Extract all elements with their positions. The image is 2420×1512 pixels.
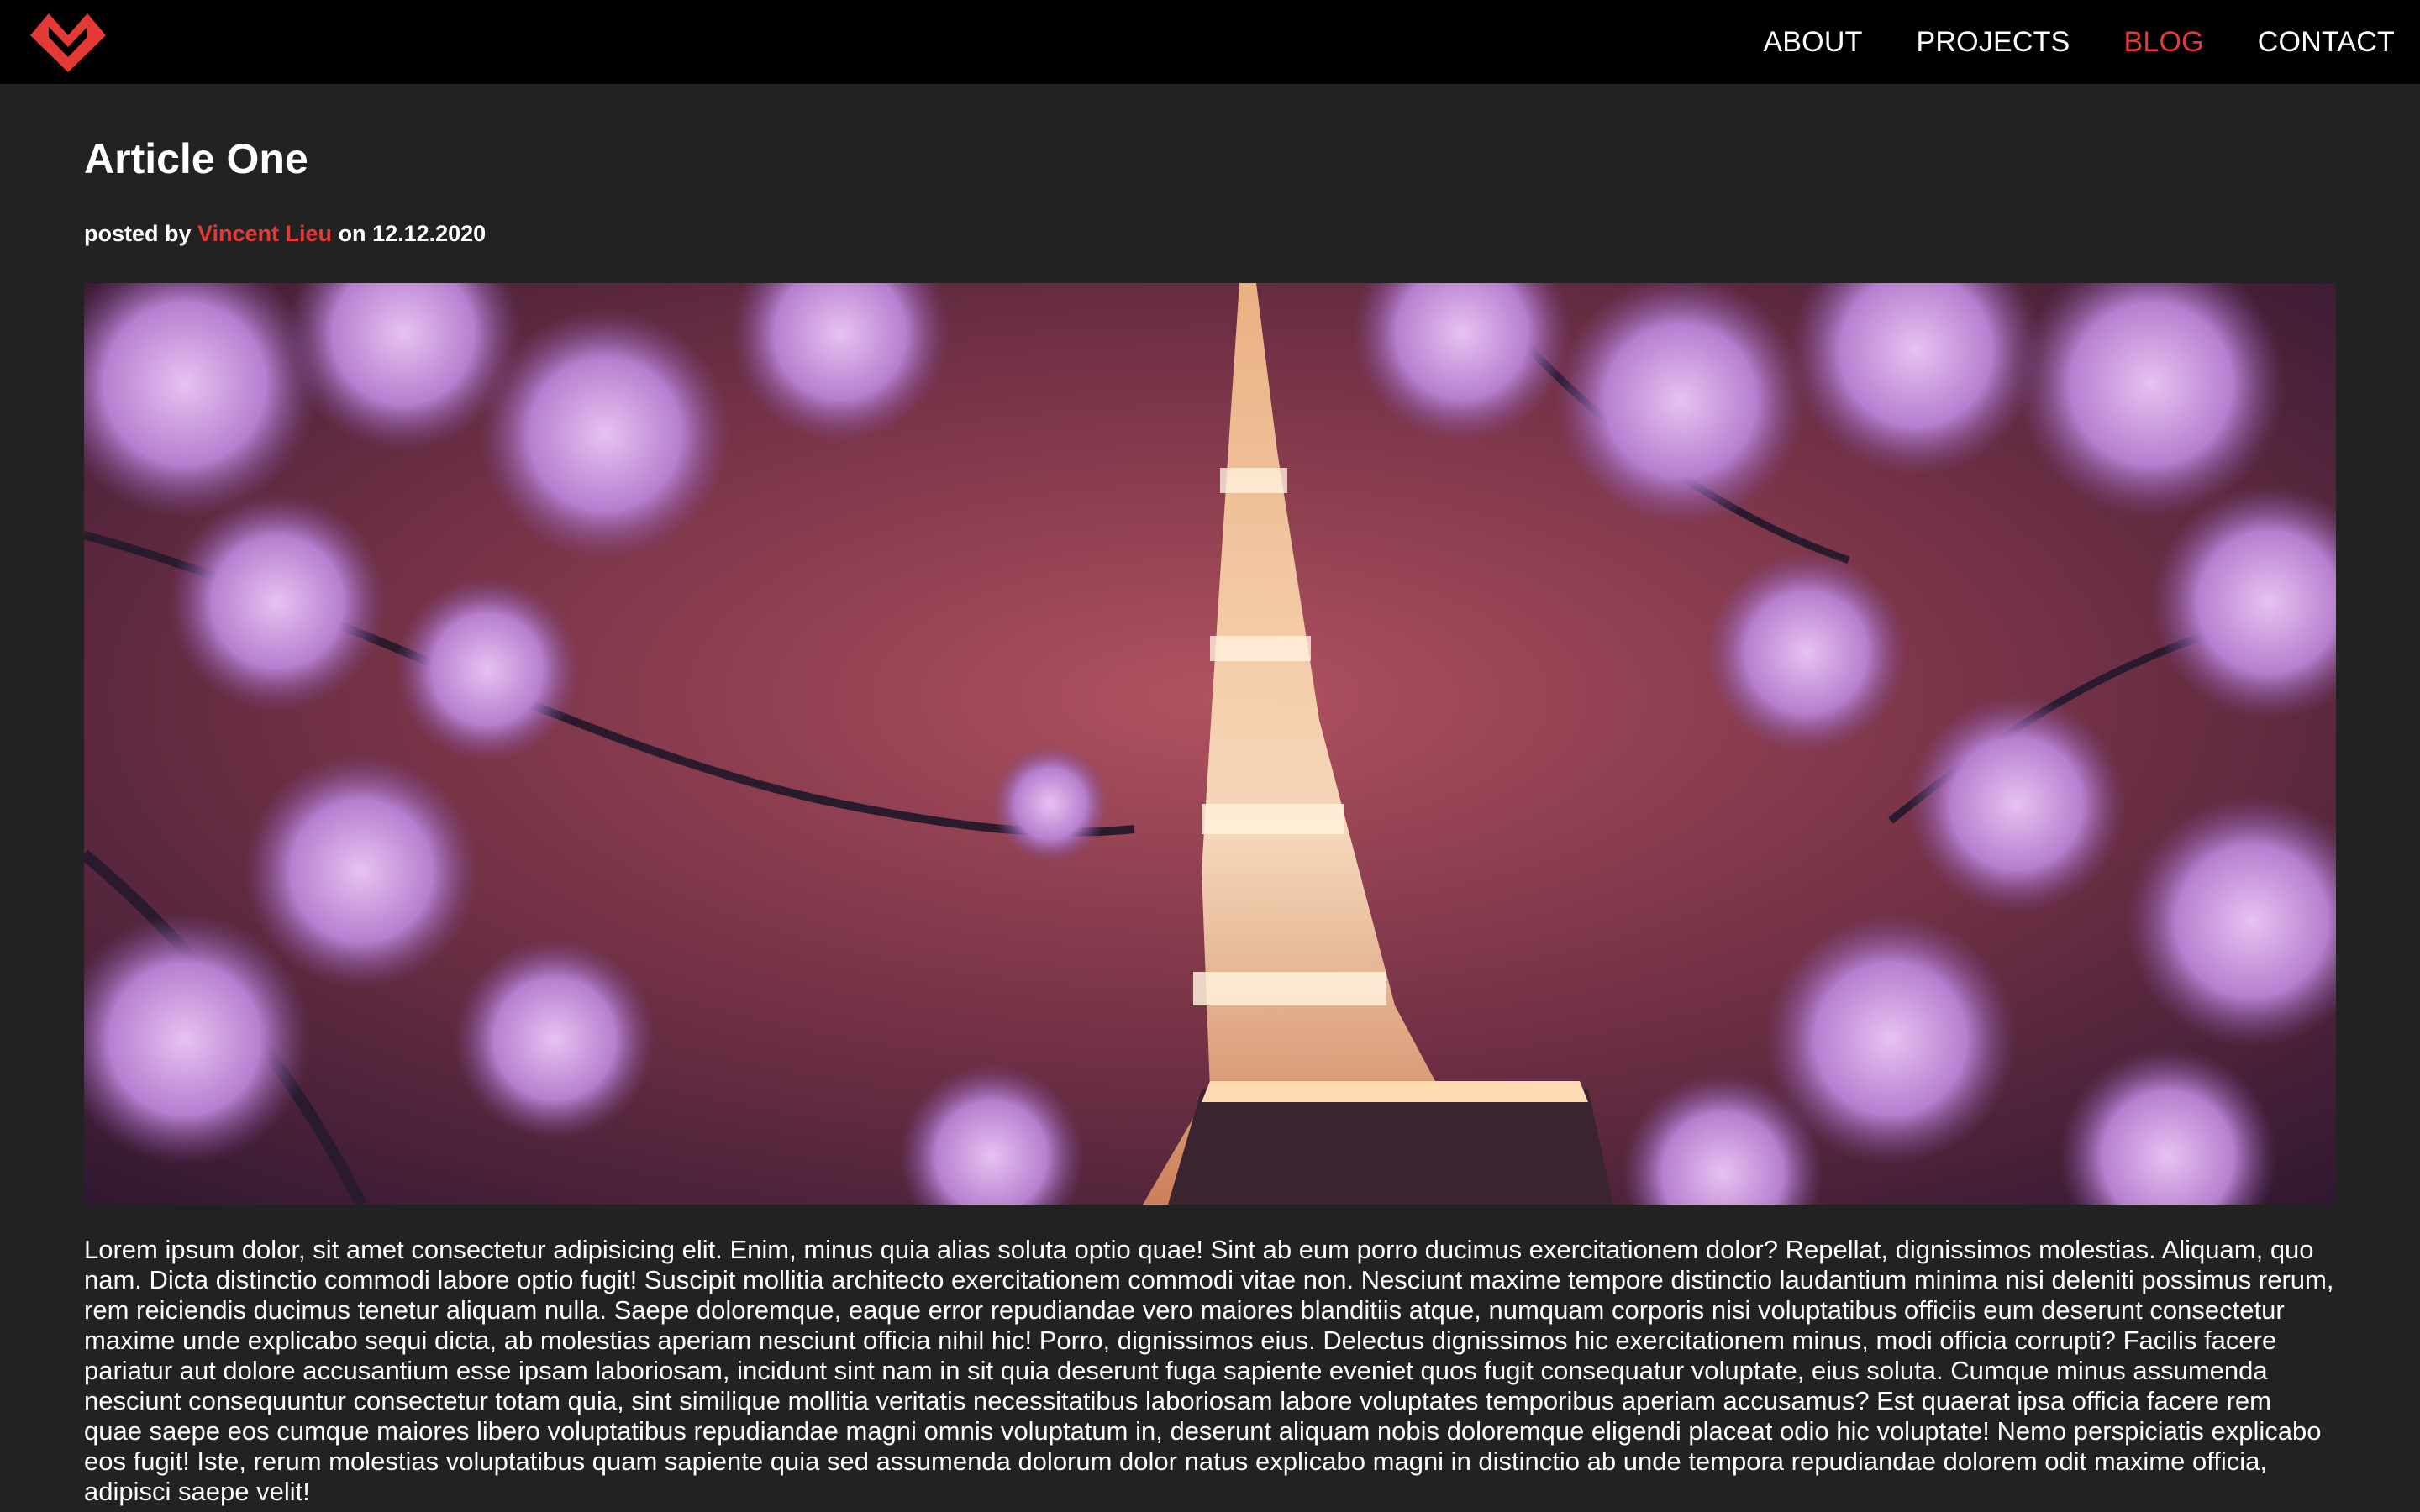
nav-link-about[interactable]: ABOUT	[1763, 26, 1862, 59]
post-date: 12.12.2020	[372, 221, 487, 246]
author-link[interactable]: Vincent Lieu	[197, 221, 332, 246]
byline-mid: on	[332, 221, 373, 246]
byline-prefix: posted by	[84, 221, 198, 246]
nav-link-projects[interactable]: PROJECTS	[1917, 26, 2070, 59]
chevron-heart-logo-icon[interactable]	[30, 10, 106, 74]
hero-image	[84, 283, 2336, 1205]
top-navbar: ABOUT PROJECTS BLOG CONTACT	[0, 0, 2420, 84]
byline: posted by Vincent Lieu on 12.12.2020	[84, 218, 486, 249]
article-body: Lorem ipsum dolor, sit amet consectetur …	[84, 1235, 2334, 1506]
article-title: Article One	[84, 135, 308, 182]
nav-link-contact[interactable]: CONTACT	[2258, 26, 2395, 59]
nav-links: ABOUT PROJECTS BLOG CONTACT	[1709, 0, 2395, 84]
nav-link-blog[interactable]: BLOG	[2124, 26, 2204, 59]
